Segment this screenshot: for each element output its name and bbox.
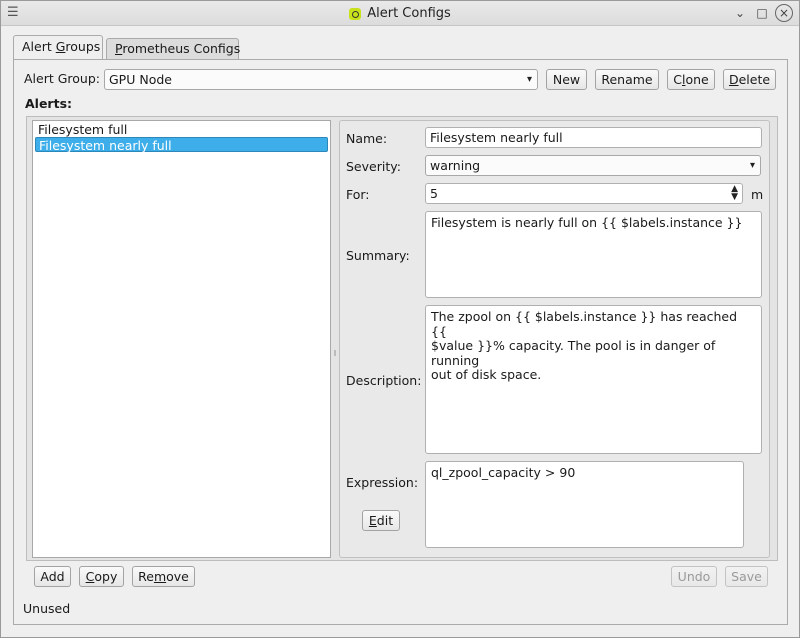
chevron-down-icon: ▾ bbox=[526, 74, 532, 85]
clone-group-button[interactable]: Clone bbox=[667, 69, 715, 90]
description-label: Description: bbox=[346, 373, 422, 388]
chevron-down-icon: ▾ bbox=[749, 160, 755, 171]
summary-label: Summary: bbox=[346, 248, 410, 263]
remove-label-prefix: Re bbox=[138, 569, 154, 584]
expression-label: Expression: bbox=[346, 475, 419, 490]
status-text: Unused bbox=[23, 601, 71, 616]
clone-label-prefix: C bbox=[673, 72, 682, 87]
edit-label-mnemonic: E bbox=[368, 513, 377, 528]
delete-label-mnemonic: D bbox=[728, 72, 739, 87]
tab-alert-groups-label-mnemonic: G bbox=[55, 39, 66, 54]
alert-configs-window: ☰ Alert Configs ⌄ □ × Alert Groups Prome… bbox=[0, 0, 800, 638]
delete-label-suffix: elete bbox=[738, 72, 771, 87]
tab-prometheus-label-suffix: rometheus Configs bbox=[122, 41, 241, 56]
name-label: Name: bbox=[346, 131, 388, 146]
new-group-button[interactable]: New bbox=[546, 69, 587, 90]
splitter-handle[interactable] bbox=[334, 350, 336, 356]
remove-label-suffix: ove bbox=[166, 569, 189, 584]
maximize-icon[interactable]: □ bbox=[753, 4, 771, 22]
summary-field[interactable]: Filesystem is nearly full on {{ $labels.… bbox=[425, 211, 762, 298]
severity-label: Severity: bbox=[346, 159, 401, 174]
edit-label-suffix: dit bbox=[376, 513, 394, 528]
alert-group-select[interactable]: GPU Node ▾ bbox=[104, 69, 538, 90]
save-button[interactable]: Save bbox=[725, 566, 768, 587]
for-label: For: bbox=[346, 187, 370, 202]
add-alert-button[interactable]: Add bbox=[34, 566, 71, 587]
tab-alert-groups-label-suffix: roups bbox=[65, 39, 101, 54]
alert-groups-panel: Alert Group: GPU Node ▾ New Rename Clone… bbox=[13, 59, 788, 625]
title-wrap: Alert Configs bbox=[1, 1, 799, 26]
copy-alert-button[interactable]: Copy bbox=[79, 566, 124, 587]
for-duration-value: 5 bbox=[430, 186, 438, 201]
expression-field[interactable]: ql_zpool_capacity > 90 bbox=[425, 461, 744, 548]
remove-label-mnemonic: m bbox=[153, 569, 167, 584]
list-item-selected[interactable]: Filesystem nearly full bbox=[35, 137, 328, 153]
title-bar: ☰ Alert Configs ⌄ □ × bbox=[1, 1, 799, 26]
alert-group-select-value: GPU Node bbox=[109, 72, 172, 87]
rename-group-button[interactable]: Rename bbox=[595, 69, 659, 90]
alert-group-label: Alert Group: bbox=[24, 71, 100, 86]
name-field[interactable]: Filesystem nearly full bbox=[425, 127, 762, 148]
spin-arrows-icon[interactable]: ▲ ▼ bbox=[731, 185, 738, 202]
window-title: Alert Configs bbox=[367, 6, 451, 21]
for-unit-label: m bbox=[751, 187, 764, 202]
close-icon[interactable]: × bbox=[775, 4, 793, 22]
for-duration-spinbox[interactable]: 5 ▲ ▼ bbox=[425, 183, 743, 204]
app-icon bbox=[349, 7, 362, 20]
delete-group-button[interactable]: Delete bbox=[723, 69, 776, 90]
remove-alert-button[interactable]: Remove bbox=[132, 566, 195, 587]
alerts-section-label: Alerts: bbox=[25, 96, 73, 111]
alerts-list[interactable]: Filesystem full Filesystem nearly full bbox=[32, 120, 331, 558]
list-item[interactable]: Filesystem full bbox=[35, 122, 328, 137]
tab-prometheus-configs[interactable]: Prometheus Configs bbox=[106, 38, 241, 59]
edit-expression-button[interactable]: Edit bbox=[362, 510, 400, 531]
clone-label-suffix: one bbox=[685, 72, 709, 87]
minimize-icon[interactable]: ⌄ bbox=[731, 4, 749, 22]
tab-alert-groups[interactable]: Alert Groups bbox=[13, 35, 103, 60]
tab-alert-groups-label-prefix: Alert bbox=[22, 39, 56, 54]
severity-select-value: warning bbox=[430, 158, 481, 173]
description-field[interactable]: The zpool on {{ $labels.instance }} has … bbox=[425, 305, 762, 454]
copy-label-suffix: opy bbox=[94, 569, 118, 584]
severity-select[interactable]: warning ▾ bbox=[425, 155, 761, 176]
window-controls: ⌄ □ × bbox=[731, 4, 793, 22]
undo-button[interactable]: Undo bbox=[671, 566, 717, 587]
